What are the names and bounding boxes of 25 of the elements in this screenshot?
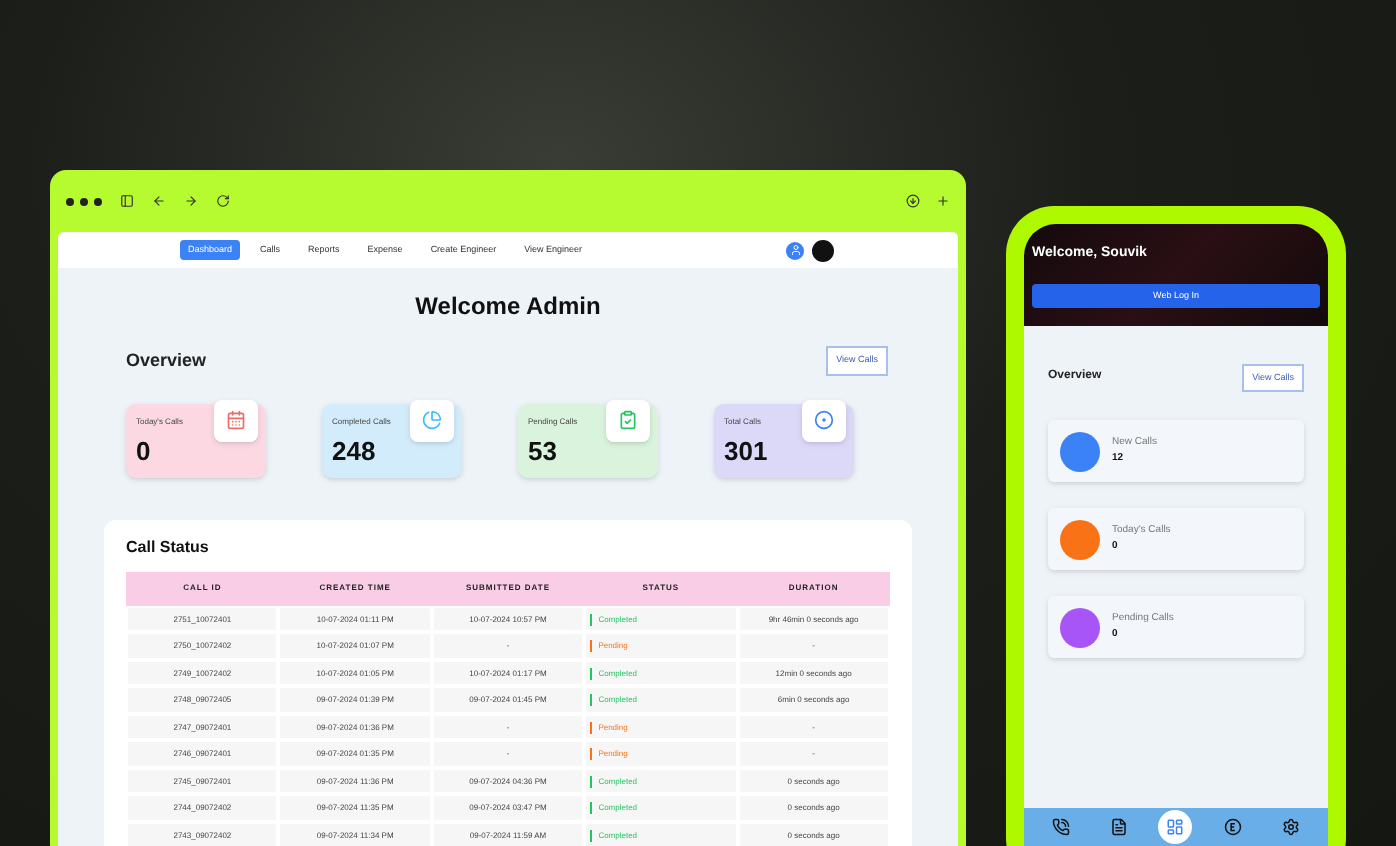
pie-chart-icon	[422, 410, 442, 431]
reload-icon[interactable]	[216, 194, 230, 208]
target-icon	[814, 410, 834, 431]
stat-value: 53	[528, 437, 559, 464]
stat-value: 0	[136, 437, 153, 464]
stat-value: 301	[724, 437, 770, 464]
dashboard-icon	[1166, 818, 1185, 836]
clipboard-check-icon	[618, 410, 638, 431]
download-icon[interactable]	[906, 194, 920, 208]
stat-value: 248	[332, 437, 378, 464]
call-status-heading: Call Status	[126, 535, 211, 560]
letter-circle-icon	[1224, 818, 1243, 836]
phone-icon	[1051, 818, 1070, 836]
calendar-icon	[226, 410, 246, 431]
document-icon	[1109, 818, 1128, 836]
avatar[interactable]	[812, 239, 834, 261]
plus-icon[interactable]	[936, 194, 950, 208]
overview-heading: Overview	[126, 347, 207, 374]
back-arrow-icon[interactable]	[152, 194, 166, 208]
forward-arrow-icon[interactable]	[184, 194, 198, 208]
page-title: Welcome Admin	[413, 290, 603, 324]
user-icon-button[interactable]	[786, 241, 804, 259]
tab-button[interactable]	[1158, 810, 1193, 844]
sidebar-icon[interactable]	[120, 194, 134, 208]
settings-icon	[1282, 818, 1301, 836]
